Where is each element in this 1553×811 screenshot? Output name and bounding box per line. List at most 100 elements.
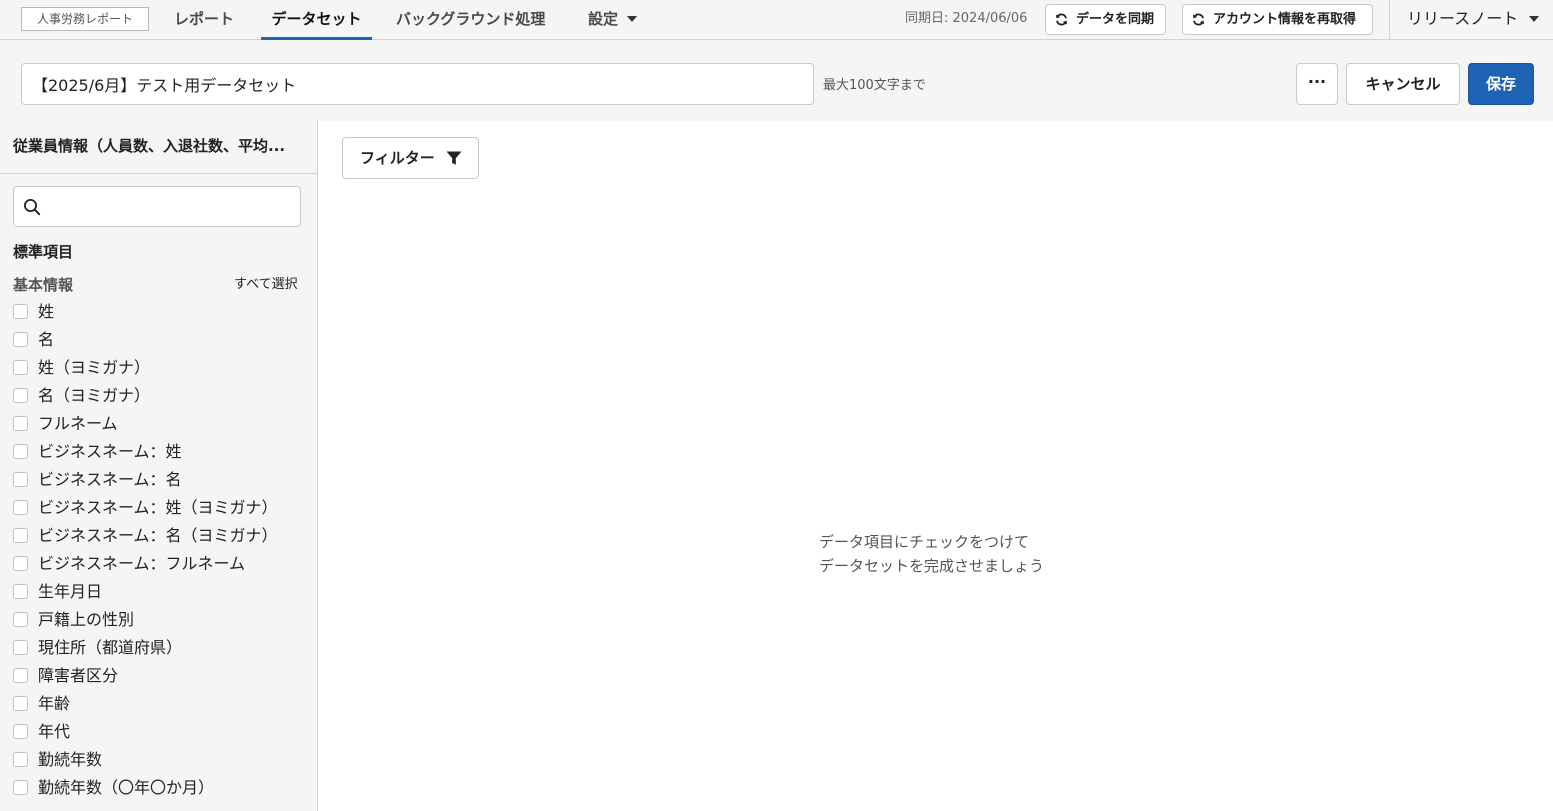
tab-background-jobs[interactable]: バックグラウンド処理 xyxy=(396,0,545,40)
field-checkbox[interactable] xyxy=(13,500,28,515)
top-navigation: 人事労務レポート レポート データセット バックグラウンド処理 設定 同期日: … xyxy=(0,0,1553,40)
filter-icon xyxy=(446,151,462,165)
field-label: ビジネスネーム：姓（ヨミガナ） xyxy=(38,498,278,517)
field-checkbox[interactable] xyxy=(13,696,28,711)
tab-reports-label: レポート xyxy=(174,10,235,28)
field-item[interactable]: 名 xyxy=(13,324,313,352)
field-label: ビジネスネーム：姓 xyxy=(38,442,182,461)
field-checkbox[interactable] xyxy=(13,472,28,487)
field-item[interactable]: 勤続年数（〇年〇か月） xyxy=(13,772,313,800)
field-item[interactable]: 生年月日 xyxy=(13,576,313,604)
cancel-button[interactable]: キャンセル xyxy=(1346,63,1460,105)
field-label: 現住所（都道府県） xyxy=(38,638,183,657)
field-item[interactable]: 年代 xyxy=(13,716,313,744)
field-checkbox[interactable] xyxy=(13,556,28,571)
field-label: 年齢 xyxy=(38,694,71,713)
field-item[interactable]: 名（ヨミガナ） xyxy=(13,380,313,408)
field-label: 名 xyxy=(38,330,55,349)
field-item[interactable]: ビジネスネーム：姓 xyxy=(13,436,313,464)
field-label: ビジネスネーム：名（ヨミガナ） xyxy=(38,526,278,545)
ellipsis-icon: ··· xyxy=(1307,72,1327,91)
divider xyxy=(1389,0,1390,40)
empty-state-message: データ項目にチェックをつけて データセットを完成させましょう xyxy=(819,530,1044,578)
field-label: 戸籍上の性別 xyxy=(38,610,135,629)
field-item[interactable]: 姓 xyxy=(13,296,313,324)
field-item[interactable]: ビジネスネーム：名 xyxy=(13,464,313,492)
empty-state-line: データセットを完成させましょう xyxy=(819,557,1045,575)
refetch-account-button[interactable]: アカウント情報を再取得 xyxy=(1182,4,1373,35)
field-item[interactable]: 戸籍上の性別 xyxy=(13,604,313,632)
save-button[interactable]: 保存 xyxy=(1468,63,1534,105)
active-tab-indicator xyxy=(261,37,372,40)
more-options-button[interactable]: ··· xyxy=(1296,63,1338,105)
source-title[interactable]: 従業員情報（人員数、入退社数、平均... xyxy=(13,135,309,156)
filter-label: フィルター xyxy=(360,149,435,167)
field-item[interactable]: 勤続年数 xyxy=(13,744,313,772)
tab-reports[interactable]: レポート xyxy=(174,0,234,40)
refetch-account-label: アカウント情報を再取得 xyxy=(1213,12,1357,27)
search-input[interactable] xyxy=(48,187,296,226)
field-label: 年代 xyxy=(38,722,71,741)
sync-icon xyxy=(1192,13,1205,26)
divider xyxy=(0,173,317,174)
field-checkbox[interactable] xyxy=(13,444,28,459)
field-checkbox[interactable] xyxy=(13,584,28,599)
field-item[interactable]: ビジネスネーム：名（ヨミガナ） xyxy=(13,520,313,548)
field-item[interactable]: 年齢 xyxy=(13,688,313,716)
tab-datasets-label: データセット xyxy=(271,10,362,28)
field-checkbox[interactable] xyxy=(13,640,28,655)
empty-state-line: データ項目にチェックをつけて xyxy=(819,533,1030,551)
field-label: ビジネスネーム：フルネーム xyxy=(38,554,246,573)
dataset-name-hint: 最大100文字まで xyxy=(823,78,926,93)
field-label: 名（ヨミガナ） xyxy=(38,386,151,405)
field-label: 生年月日 xyxy=(38,582,103,601)
search-icon xyxy=(24,199,41,216)
tab-background-jobs-label: バックグラウンド処理 xyxy=(396,10,546,28)
field-item[interactable]: 姓（ヨミガナ） xyxy=(13,352,313,380)
field-checkbox[interactable] xyxy=(13,752,28,767)
field-label: 姓 xyxy=(38,302,55,321)
sync-date: 同期日: 2024/06/06 xyxy=(905,11,1028,26)
field-checkbox[interactable] xyxy=(13,724,28,739)
release-notes-label: リリースノート xyxy=(1407,9,1519,28)
field-sidebar: 従業員情報（人員数、入退社数、平均... 標準項目 基本情報 すべて選択 姓名姓… xyxy=(0,121,318,811)
sync-data-label: データを同期 xyxy=(1076,12,1155,27)
dataset-name-input[interactable] xyxy=(21,63,814,105)
chevron-down-icon xyxy=(627,15,638,22)
field-label: 姓（ヨミガナ） xyxy=(38,358,151,377)
release-notes-menu[interactable]: リリースノート xyxy=(1407,0,1540,40)
field-checkbox[interactable] xyxy=(13,360,28,375)
field-search[interactable] xyxy=(13,186,301,227)
select-all-link[interactable]: すべて選択 xyxy=(234,273,298,292)
field-checkbox[interactable] xyxy=(13,668,28,683)
chevron-down-icon xyxy=(1529,15,1540,22)
tab-settings[interactable]: 設定 xyxy=(588,0,638,40)
field-checkbox[interactable] xyxy=(13,304,28,319)
field-item[interactable]: フルネーム xyxy=(13,408,313,436)
tab-datasets[interactable]: データセット xyxy=(261,0,372,40)
field-list: 姓名姓（ヨミガナ） 名（ヨミガナ） フルネームビジネスネーム：姓 ビジネスネーム：名ビ… xyxy=(13,296,313,800)
sync-data-button[interactable]: データを同期 xyxy=(1045,4,1166,35)
field-checkbox[interactable] xyxy=(13,612,28,627)
field-checkbox[interactable] xyxy=(13,780,28,795)
app-logo[interactable]: 人事労務レポート xyxy=(21,7,149,31)
field-label: ビジネスネーム：名 xyxy=(38,470,182,489)
field-label: 勤続年数 xyxy=(38,750,103,769)
main-panel: フィルター データ項目にチェックをつけて データセットを完成させましょう xyxy=(318,121,1553,811)
section-heading-standard: 標準項目 xyxy=(13,243,74,261)
field-checkbox[interactable] xyxy=(13,528,28,543)
field-item[interactable]: 現住所（都道府県） xyxy=(13,632,313,660)
field-label: 障害者区分 xyxy=(38,666,119,685)
field-item[interactable]: 障害者区分 xyxy=(13,660,313,688)
filter-button[interactable]: フィルター xyxy=(342,137,479,179)
field-checkbox[interactable] xyxy=(13,388,28,403)
sync-icon xyxy=(1055,13,1068,26)
field-label: 勤続年数（〇年〇か月） xyxy=(38,778,215,797)
field-item[interactable]: ビジネスネーム：フルネーム xyxy=(13,548,313,576)
field-item[interactable]: ビジネスネーム：姓（ヨミガナ） xyxy=(13,492,313,520)
group-heading-basic: 基本情報 xyxy=(13,276,74,294)
field-label: フルネーム xyxy=(38,414,118,433)
field-checkbox[interactable] xyxy=(13,416,28,431)
field-checkbox[interactable] xyxy=(13,332,28,347)
tab-settings-label: 設定 xyxy=(588,10,619,28)
